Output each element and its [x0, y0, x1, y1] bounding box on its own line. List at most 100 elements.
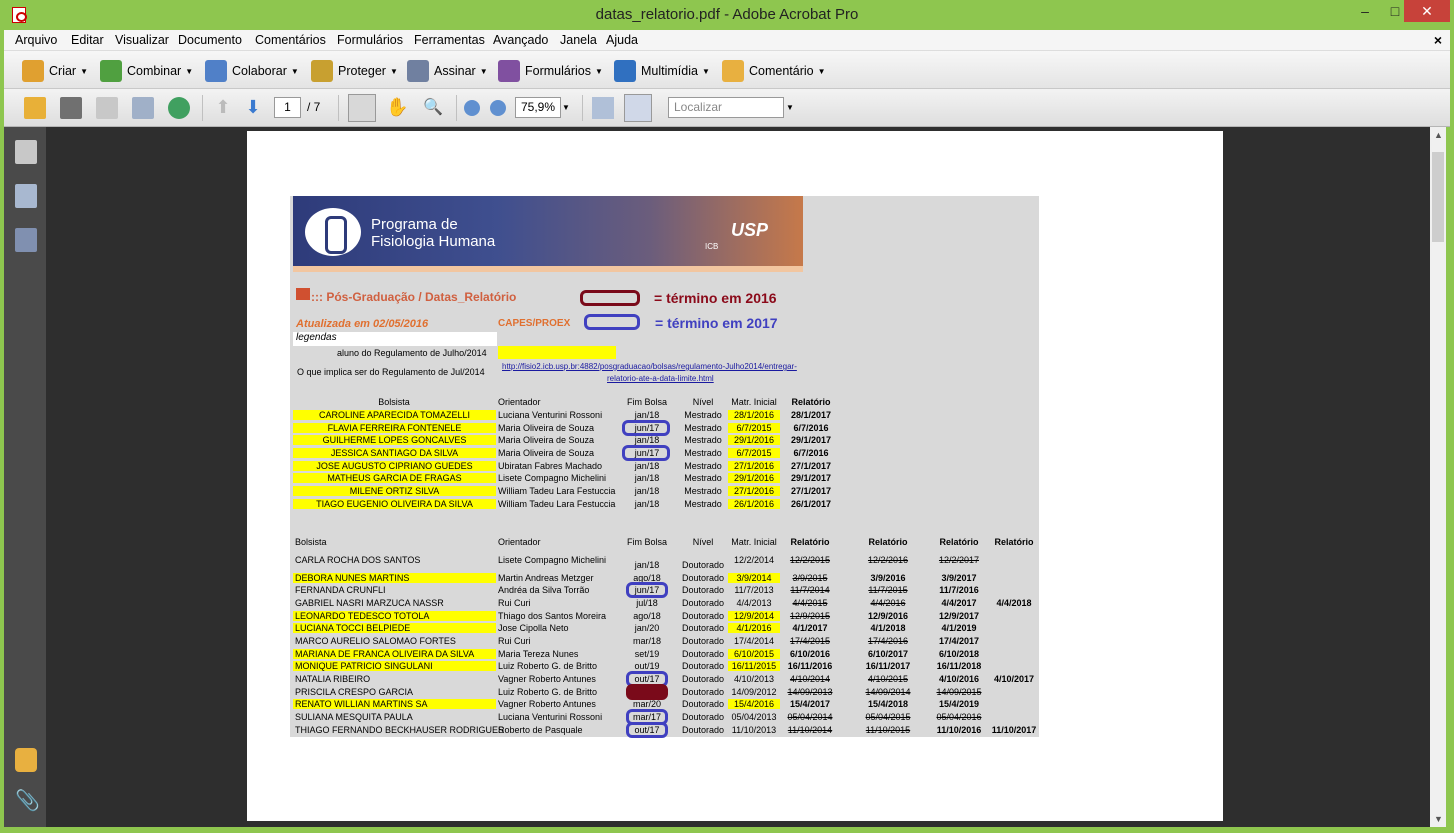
zoom-marquee-icon[interactable]: 🔍 [422, 97, 444, 119]
select-tool-icon[interactable] [348, 94, 376, 122]
highlight-2016-box [626, 684, 668, 700]
chevron-down-icon: ▼ [80, 66, 89, 76]
menu-visualizar[interactable]: Visualizar [115, 33, 169, 47]
colaborar-button[interactable]: Colaborar ▼ [205, 60, 299, 82]
cell-relatorio-2: 4/10/2015 [867, 674, 909, 684]
cell-matr-inicial: 3/9/2014 [728, 573, 780, 583]
minimize-button[interactable]: – [1350, 0, 1380, 22]
formularios-label: Formulários [525, 64, 591, 78]
pen-sign-icon [407, 60, 429, 82]
next-page-icon[interactable]: ⬇ [242, 97, 264, 119]
cell-relatorio-1: 3/9/2015 [792, 573, 828, 583]
scroll-down-icon[interactable]: ▼ [1434, 814, 1443, 824]
save-icon[interactable] [96, 97, 118, 119]
previous-page-icon[interactable]: ⬆ [212, 97, 234, 119]
header-orientador: Orientador [498, 537, 541, 547]
banner-strip [293, 266, 803, 272]
legend-box-2016 [580, 290, 640, 306]
upload-icon[interactable] [168, 97, 190, 119]
cell-relatorio: 27/1/2017 [790, 486, 832, 496]
menu-comentarios[interactable]: Comentários [255, 33, 326, 47]
cell-relatorio-3: 12/9/2017 [938, 611, 980, 621]
fit-page-icon[interactable] [624, 94, 652, 122]
multimidia-label: Multimídia [641, 64, 698, 78]
menu-editar[interactable]: Editar [71, 33, 104, 47]
cell-orientador: Maria Oliveira de Souza [498, 423, 595, 433]
menu-ferramentas[interactable]: Ferramentas [414, 33, 485, 47]
header-relatorio-1: Relatório [790, 537, 830, 547]
cell-matr-inicial: 4/1/2016 [728, 623, 780, 633]
cell-fim-bolsa: jan/18 [634, 486, 660, 496]
comentario-button[interactable]: Comentário ▼ [722, 60, 826, 82]
criar-button[interactable]: Criar ▼ [22, 60, 89, 82]
cell-bolsista: JESSICA SANTIAGO DA SILVA [293, 448, 496, 458]
regulamento-link-line1[interactable]: http://fisio2.icb.usp.br:4882/posgraduac… [502, 362, 797, 371]
menu-documento[interactable]: Documento [178, 33, 242, 47]
signatures-icon[interactable] [15, 228, 37, 252]
header-orientador: Orientador [498, 397, 541, 407]
cell-relatorio-1: 05/04/2014 [787, 712, 833, 722]
menu-ajuda[interactable]: Ajuda [606, 33, 638, 47]
highlight-2017-box [626, 722, 668, 738]
cell-matr-inicial: 26/1/2016 [728, 499, 780, 509]
menu-avancado[interactable]: Avançado [493, 33, 548, 47]
cell-relatorio-4: 11/10/2017 [991, 725, 1037, 735]
legendas-label: legendas [293, 332, 497, 346]
cell-nivel: Doutorado [681, 712, 725, 722]
proteger-button[interactable]: Proteger ▼ [311, 60, 398, 82]
close-button[interactable]: ✕ [1404, 0, 1450, 22]
open-folder-icon[interactable] [24, 97, 46, 119]
cell-relatorio-1: 14/09/2013 [787, 687, 833, 697]
cell-relatorio-1: 12/2/2015 [789, 555, 831, 565]
zoom-in-icon[interactable] [490, 100, 506, 116]
scrollbar-thumb[interactable] [1432, 152, 1444, 242]
fit-width-icon[interactable] [592, 97, 614, 119]
page-number-input[interactable]: 1 [274, 97, 301, 118]
cell-relatorio: 6/7/2016 [793, 423, 829, 433]
regulamento-link-line2[interactable]: relatorio-ate-a-data-limite.html [607, 374, 714, 383]
cell-nivel: Mestrado [684, 435, 722, 445]
cell-relatorio: 28/1/2017 [790, 410, 832, 420]
assinar-button[interactable]: Assinar ▼ [407, 60, 488, 82]
header-bolsista: Bolsista [378, 397, 410, 407]
cell-relatorio-2: 12/9/2016 [867, 611, 909, 621]
bookmarks-icon[interactable] [15, 184, 37, 208]
email-icon[interactable] [132, 97, 154, 119]
vertical-scrollbar[interactable]: ▲ ▼ [1430, 127, 1446, 827]
zoom-level-input[interactable]: 75,9% [515, 97, 561, 118]
chevron-down-icon: ▼ [595, 66, 603, 76]
cell-relatorio-1: 6/10/2016 [789, 649, 831, 659]
cell-nivel: Doutorado [681, 623, 725, 633]
cell-relatorio-1: 15/4/2017 [789, 699, 831, 709]
cell-relatorio-2: 12/2/2016 [867, 555, 909, 565]
menu-arquivo[interactable]: Arquivo [15, 33, 57, 47]
cell-relatorio-3: 16/11/2018 [936, 661, 982, 671]
cell-fim-bolsa: jan/18 [634, 435, 660, 445]
cell-bolsista: GABRIEL NASRI MARZUCA NASSR [295, 598, 444, 608]
combine-files-icon [100, 60, 122, 82]
comments-panel-icon[interactable] [15, 748, 37, 772]
formularios-button[interactable]: Formulários ▼ [498, 60, 603, 82]
attachments-icon[interactable]: 📎 [15, 788, 40, 812]
combinar-button[interactable]: Combinar ▼ [100, 60, 193, 82]
scroll-up-icon[interactable]: ▲ [1434, 130, 1443, 140]
find-input[interactable]: Localizar [668, 97, 784, 118]
zoom-out-icon[interactable] [464, 100, 480, 116]
zoom-dropdown-chevron-down-icon[interactable]: ▼ [562, 103, 572, 125]
document-close-icon[interactable]: × [1434, 32, 1442, 48]
page-thumbnails-icon[interactable] [15, 140, 37, 164]
regulamento-label: aluno do Regulamento de Julho/2014 [337, 348, 487, 358]
menu-formularios[interactable]: Formulários [337, 33, 403, 47]
hand-tool-icon[interactable]: ✋ [386, 97, 408, 119]
cell-fim-bolsa: jan/20 [634, 623, 660, 633]
multimidia-button[interactable]: Multimídia ▼ [614, 60, 710, 82]
print-icon[interactable] [60, 97, 82, 119]
find-dropdown-chevron-down-icon[interactable]: ▼ [786, 103, 796, 125]
cell-relatorio-1: 11/7/2014 [790, 585, 830, 595]
cell-relatorio-2: 4/4/2016 [870, 598, 906, 608]
menu-janela[interactable]: Janela [560, 33, 597, 47]
cell-nivel: Doutorado [681, 687, 725, 697]
cell-orientador: Vagner Roberto Antunes [498, 699, 596, 709]
tasks-toolbar: Criar ▼ Combinar ▼ Colaborar ▼ Proteger ▼ As… [4, 51, 1450, 89]
cell-matr-inicial: 27/1/2016 [728, 461, 780, 471]
